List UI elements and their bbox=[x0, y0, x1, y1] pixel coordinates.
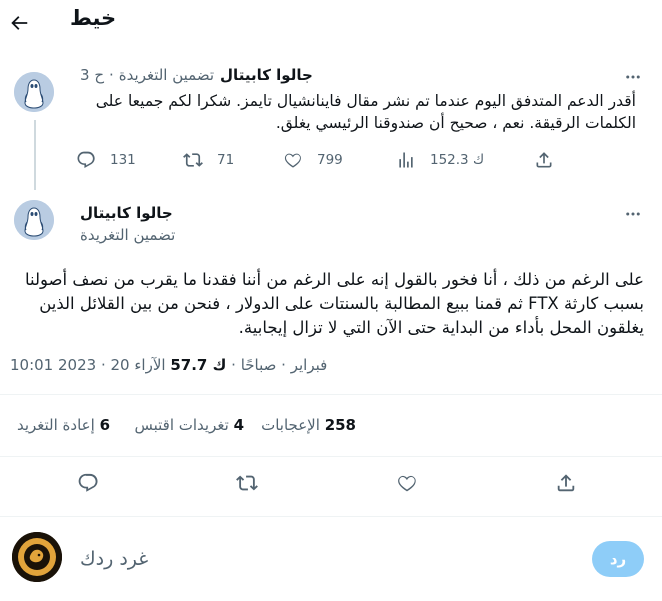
more-dots-icon bbox=[626, 75, 640, 79]
retweets-stat[interactable]: 6 إعادة التغريد bbox=[17, 416, 110, 434]
share-action[interactable] bbox=[534, 150, 554, 170]
share-icon bbox=[536, 152, 552, 168]
tweet1-header: جالوا كابيتال تضمين التغريدة · ح 3 bbox=[80, 66, 590, 84]
avatar[interactable] bbox=[14, 72, 54, 112]
views-count: ك 57.7 bbox=[170, 356, 227, 374]
tweet-text: على الرغم من ذلك ، أنا فخور بالقول إنه ع… bbox=[24, 270, 644, 337]
like-action[interactable] bbox=[396, 472, 418, 494]
tweet-period: صباحًا bbox=[240, 356, 277, 374]
user-avatar[interactable] bbox=[12, 532, 62, 582]
more-options-button[interactable] bbox=[622, 203, 644, 225]
separator-dot: · bbox=[281, 356, 286, 374]
share-action[interactable] bbox=[555, 472, 577, 494]
reply-icon bbox=[78, 473, 98, 492]
analytics-bar-icon bbox=[399, 152, 413, 168]
reply-button[interactable]: رد bbox=[592, 541, 644, 577]
reply-input[interactable]: غرد ردك bbox=[80, 548, 148, 570]
lion-avatar-icon bbox=[12, 532, 62, 582]
quotes-label: تغريدات اقتبس bbox=[134, 416, 229, 434]
penguin-logo-icon bbox=[14, 200, 54, 240]
retweet-action[interactable]: 71 bbox=[183, 150, 234, 170]
page-title: خيط bbox=[70, 6, 117, 30]
author-name[interactable]: جالوا كابيتال bbox=[220, 66, 313, 84]
thread-connector bbox=[34, 120, 36, 190]
reply-action[interactable]: 131 bbox=[76, 150, 136, 170]
heart-icon bbox=[284, 153, 301, 168]
avatar[interactable] bbox=[14, 200, 54, 240]
quotes-count: 4 bbox=[233, 416, 244, 434]
separator-dot: · bbox=[100, 356, 106, 374]
more-options-button[interactable] bbox=[622, 66, 644, 88]
author-handle[interactable]: تضمين التغريدة bbox=[119, 66, 214, 84]
divider bbox=[0, 516, 662, 517]
divider bbox=[0, 394, 662, 395]
retweet-icon bbox=[183, 153, 203, 167]
views-count: ك 152.3 bbox=[430, 152, 485, 168]
likes-label: الإعجابات bbox=[261, 416, 320, 434]
retweet-icon bbox=[236, 475, 258, 491]
likes-count: 258 bbox=[324, 416, 356, 434]
separator-dot: · bbox=[109, 66, 114, 84]
divider bbox=[0, 456, 662, 457]
heart-icon bbox=[398, 475, 416, 492]
share-icon bbox=[557, 474, 575, 492]
tweet-meta: 10:01 2023 · 20 فبراير · صباحًا · ك 57.7… bbox=[10, 356, 327, 374]
reply-count: 131 bbox=[110, 152, 136, 168]
more-dots-icon bbox=[626, 212, 640, 216]
views-action[interactable]: ك 152.3 bbox=[396, 150, 484, 170]
retweet-action[interactable] bbox=[236, 472, 258, 494]
penguin-logo-icon bbox=[14, 72, 54, 112]
back-button[interactable] bbox=[2, 6, 36, 40]
author-name[interactable]: جالوا كابيتال bbox=[80, 204, 173, 222]
author-handle[interactable]: تضمين التغريدة bbox=[80, 226, 175, 244]
tweet-text: أقدر الدعم المتدفق اليوم عندما تم نشر مق… bbox=[95, 92, 636, 132]
like-action[interactable]: 799 bbox=[283, 150, 343, 170]
reply-action[interactable] bbox=[77, 472, 99, 494]
tweet-time[interactable]: ح 3 bbox=[80, 66, 104, 84]
tweet-time[interactable]: 10:01 2023 bbox=[10, 356, 96, 374]
reply-icon bbox=[77, 151, 95, 168]
likes-stat[interactable]: 258 الإعجابات bbox=[261, 416, 356, 434]
arrow-left-icon bbox=[11, 16, 28, 30]
retweets-count: 6 bbox=[99, 416, 110, 434]
retweet-count: 71 bbox=[217, 152, 235, 168]
quotes-stat[interactable]: 4 تغريدات اقتبس bbox=[134, 416, 244, 434]
separator-dot: · bbox=[231, 356, 236, 374]
retweets-label: إعادة التغريد bbox=[16, 416, 95, 434]
like-count: 799 bbox=[317, 152, 343, 168]
views-label: الآراء bbox=[134, 356, 166, 374]
